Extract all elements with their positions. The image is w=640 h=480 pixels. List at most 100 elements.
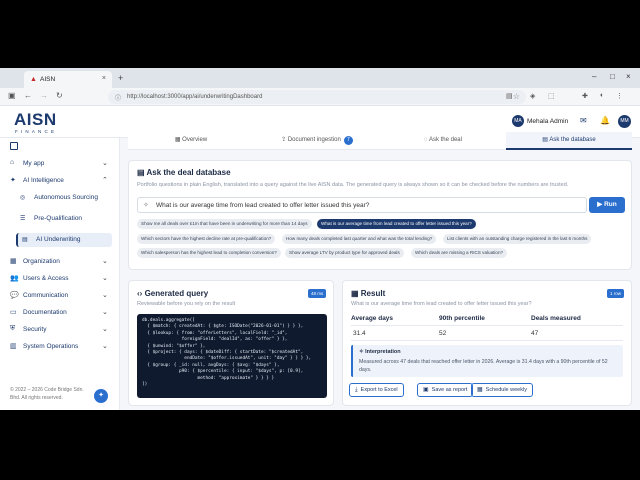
chevron-down-icon: ⌄ — [102, 292, 108, 299]
sidebar-item-system-operations[interactable]: ▥ System Operations ⌄ — [0, 340, 120, 354]
upload-icon: ⇪ — [281, 137, 288, 143]
home-icon: ⌂ — [10, 159, 15, 166]
address-bar[interactable]: ⓘ http://localhost:3000/app/ai/underwrit… — [108, 90, 526, 104]
suggestion-chip[interactable]: Show average LTV by product type for app… — [285, 248, 404, 258]
profile-avatar[interactable]: MM — [618, 115, 631, 128]
user-avatar[interactable]: MA — [512, 115, 524, 127]
table-icon: ▦ — [351, 289, 361, 298]
card-title-text: Result — [360, 289, 386, 298]
sparkle-icon: ✧ — [143, 202, 149, 209]
extension-icon[interactable]: ◈ — [530, 92, 535, 100]
table-cell: 31.4 — [353, 330, 366, 337]
bell-icon[interactable]: 🔔 — [600, 116, 610, 125]
suggestion-chip[interactable]: How many deals completed last quarter an… — [282, 234, 437, 244]
suggestion-chip[interactable]: What is our average time from lead creat… — [317, 219, 476, 229]
button-label: Schedule weekly — [485, 387, 527, 393]
suggestion-chip[interactable]: Show me all deals over £1m that have bee… — [137, 219, 312, 229]
document-icon: ▤ — [22, 237, 28, 243]
sourcing-icon: ◎ — [20, 195, 26, 201]
dashboard-icon[interactable] — [10, 142, 18, 150]
reader-icon[interactable]: ▤ — [506, 92, 513, 100]
minimize-icon[interactable]: – — [592, 72, 596, 81]
sidebar-item-pre-qualification[interactable]: ☰ Pre-Qualification — [16, 212, 112, 226]
sidebar-item-label: Communication — [23, 292, 69, 299]
server-icon: ▥ — [10, 343, 17, 350]
sidebar-item-label: Autonomous Sourcing — [34, 194, 98, 201]
chevron-up-icon: ⌃ — [102, 177, 108, 184]
help-button[interactable]: ✦ — [94, 389, 108, 403]
reload-icon[interactable]: ↻ — [56, 91, 63, 100]
extension-2-icon[interactable]: ⬚ — [548, 92, 555, 100]
tab-label: Overview — [182, 137, 208, 143]
browser-nav-bar: ▣ ← → ↻ ⓘ http://localhost:3000/app/ai/u… — [0, 88, 640, 106]
suggestion-chip[interactable]: List clients with an outstanding charge … — [443, 234, 592, 244]
sidebar-item-security[interactable]: ⛨ Security ⌄ — [0, 323, 120, 337]
column-header: Average days — [351, 315, 394, 322]
bookmark-star-icon[interactable]: ☆ — [513, 92, 520, 101]
count-badge: 7 — [343, 136, 353, 145]
schedule-weekly-button[interactable]: ▦ Schedule weekly — [471, 383, 533, 397]
column-header: Deals measured — [531, 315, 581, 322]
url-text: http://localhost:3000/app/ai/underwritin… — [127, 94, 263, 100]
sidebar-item-users-access[interactable]: 👥 Users & Access ⌄ — [0, 272, 120, 286]
suggestion-chip[interactable]: Which sectors have the highest decline r… — [137, 234, 276, 244]
puzzle-icon[interactable]: ✚ — [582, 92, 588, 100]
building-icon: ▦ — [10, 258, 17, 265]
mail-icon[interactable]: ✉ — [580, 116, 587, 125]
back-icon[interactable]: ← — [24, 91, 32, 100]
tab-ask-deal[interactable]: ◌ Ask the deal — [380, 132, 506, 150]
logo-subtitle: FINANCE — [15, 129, 58, 134]
button-label: Export to Excel — [360, 387, 398, 393]
sidebar-item-autonomous-sourcing[interactable]: ◎ Autonomous Sourcing — [16, 191, 112, 205]
sidebar-item-label: Organization — [23, 258, 60, 265]
card-title-text: Generated query — [144, 289, 209, 298]
sidebar-item-ai-intelligence[interactable]: ✦ AI Intelligence ⌃ — [0, 174, 120, 188]
suggestion-chip[interactable]: Which deals are missing a RICS valuation… — [411, 248, 508, 258]
sidebar-item-label: My app — [23, 160, 45, 167]
logo[interactable]: AISN — [14, 110, 57, 130]
close-tab-icon[interactable]: × — [102, 75, 106, 82]
sidebar-item-ai-underwriting[interactable]: ▤ AI Underwriting — [16, 233, 112, 247]
divider — [351, 325, 623, 326]
users-icon: 👥 — [10, 275, 19, 282]
maximize-icon[interactable]: □ — [610, 72, 615, 81]
save-icon: ▣ — [423, 387, 429, 393]
menu-icon[interactable]: ⋮ — [616, 92, 623, 100]
card-title: ▦ Result — [351, 289, 385, 298]
chat-icon: 💬 — [10, 292, 19, 299]
sidebar-item-my-app[interactable]: ⌂ My app ⌄ — [0, 157, 120, 171]
card-subtitle: Reviewable before you rely on the result — [137, 301, 236, 307]
close-window-icon[interactable]: × — [626, 72, 631, 81]
chevron-down-icon: ⌄ — [102, 326, 108, 333]
tab-overview[interactable]: ▦ Overview — [128, 132, 254, 150]
tab-ask-database[interactable]: ▤ Ask the database — [506, 132, 632, 150]
profile-icon[interactable]: ◐ — [600, 92, 604, 99]
sidebar-toggle-icon[interactable]: ▣ — [8, 91, 16, 100]
sidebar-item-organization[interactable]: ▦ Organization ⌄ — [0, 255, 120, 269]
forward-icon[interactable]: → — [40, 91, 48, 100]
export-excel-button[interactable]: ⤓ Export to Excel — [349, 383, 404, 397]
browser-tab-bar: ▲ AISN × + – □ × — [0, 68, 640, 88]
chevron-down-icon: ⌄ — [102, 258, 108, 265]
button-label: Save as report — [431, 387, 468, 393]
tab-label: Ask the database — [549, 137, 596, 143]
tab-document-ingestion[interactable]: ⇪ Document ingestion 7 — [254, 132, 380, 150]
sidebar-item-label: System Operations — [23, 343, 79, 350]
card-title: ‹› Generated query — [137, 289, 208, 298]
query-code-block[interactable]: db.deals.aggregate([ { $match: { created… — [137, 314, 327, 398]
interpretation-text: Measured across 47 deals that reached of… — [359, 359, 608, 373]
new-tab-icon[interactable]: + — [118, 73, 123, 83]
save-report-button[interactable]: ▣ Save as report — [417, 383, 474, 397]
user-name[interactable]: Mehala Admin — [527, 118, 568, 125]
browser-tab[interactable]: ▲ AISN × — [24, 71, 112, 88]
suggestion-chip[interactable]: Which salesperson has the highest lead t… — [137, 248, 281, 258]
sidebar: ⌂ My app ⌄ ✦ AI Intelligence ⌃ ◎ Autonom… — [0, 138, 120, 410]
sidebar-item-documentation[interactable]: ▭ Documentation ⌄ — [0, 306, 120, 320]
question-input[interactable]: ✧ What is our average time from lead cre… — [137, 197, 587, 213]
sidebar-item-communication[interactable]: 💬 Communication ⌄ — [0, 289, 120, 303]
sidebar-item-label: Security — [23, 326, 47, 333]
checklist-icon: ☰ — [20, 216, 26, 222]
site-info-icon[interactable]: ⓘ — [115, 93, 121, 102]
favicon-icon: ▲ — [30, 76, 37, 83]
run-button[interactable]: ▶ Run — [589, 197, 625, 213]
